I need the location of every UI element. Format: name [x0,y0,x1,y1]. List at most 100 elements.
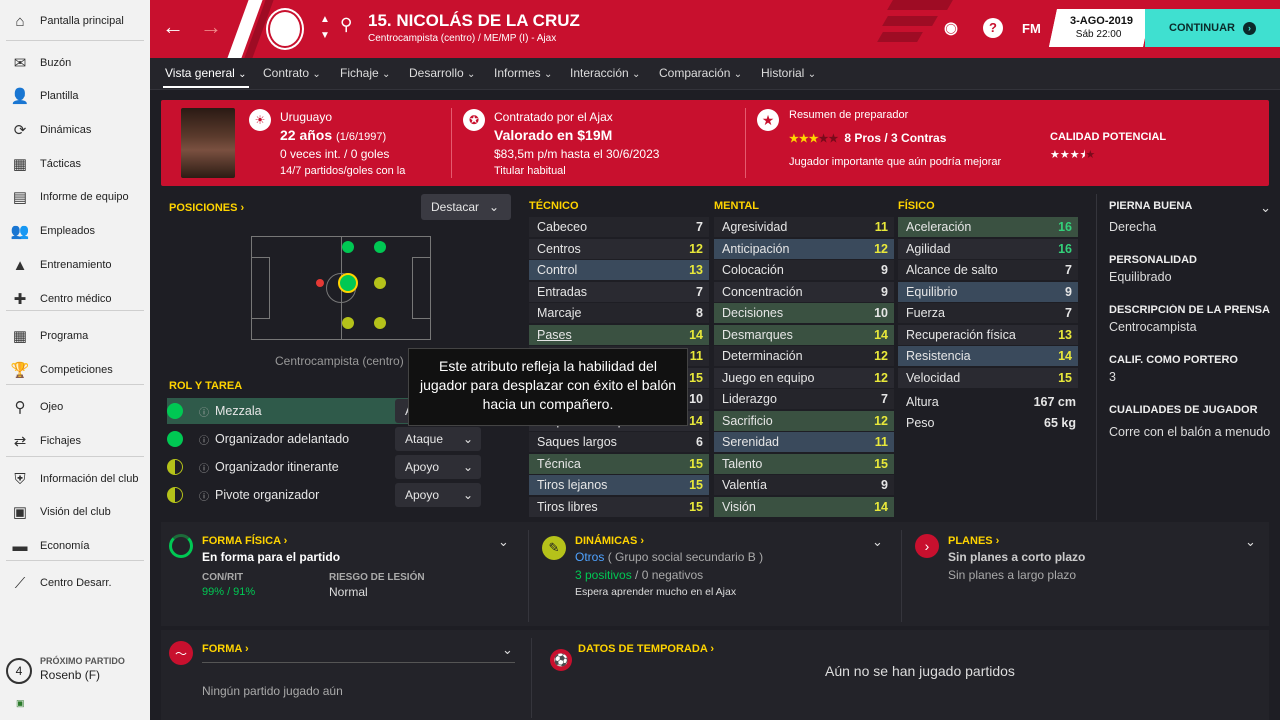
form-title[interactable]: FORMA › [202,643,249,655]
sidebar-item-home[interactable]: ⌂ Pantalla principal [0,4,150,38]
fitness-title[interactable]: FORMA FÍSICA › [202,535,287,547]
continue-button[interactable]: CONTINUAR › [1145,9,1280,47]
sidebar-item-transfers[interactable]: ⇄ Fichajes [0,424,150,458]
attribute-mental[interactable]: Liderazgo 7 [714,389,894,409]
tab-5[interactable]: Informes ⌄ [494,66,552,80]
attribute-mental[interactable]: Desmarques 14 [714,324,894,345]
attribute-mental[interactable]: Agresividad 11 [714,217,894,237]
sidebar-item-finance[interactable]: ▬ Economía [0,529,150,563]
star-badge-icon: ★ [757,109,779,131]
attribute-technical[interactable]: Saques largos 6 [529,432,709,452]
attribute-physical[interactable]: Agilidad 16 [898,238,1078,259]
attribute-mental[interactable]: Visión 14 [714,496,894,517]
duty-dropdown[interactable]: Ataque ⌄ [395,427,481,451]
sidebar-item-squad[interactable]: 👤 Plantilla [0,79,150,113]
attribute-physical[interactable]: Equilibrio 9 [898,281,1078,302]
world-icon[interactable]: ◉ [944,18,958,38]
attribute-physical[interactable]: Resistencia 14 [898,346,1078,366]
attribute-value: 15 [689,456,703,471]
sidebar-item-scouting[interactable]: ⚲ Ojeo [0,390,150,424]
height-row: Altura 167 cm [898,392,1082,412]
attribute-technical[interactable]: Centros 12 [529,238,709,259]
role-row[interactable]: ⓘ Pivote organizador Apoyo ⌄ [167,482,497,508]
attribute-physical[interactable]: Aceleración 16 [898,217,1078,237]
duty-dropdown[interactable]: Apoyo ⌄ [395,483,481,507]
sidebar-item-staff[interactable]: 👥 Empleados [0,214,150,248]
help-icon[interactable]: ? [983,18,1003,38]
attribute-name: Alcance de salto [906,263,998,277]
highlight-dropdown[interactable]: Destacar ⌄ [421,194,511,220]
forward-arrow-icon[interactable]: → [200,14,222,40]
sidebar-item-tactics[interactable]: ▦ Tácticas [0,147,150,181]
attribute-technical[interactable]: Tiros lejanos 15 [529,475,709,495]
dynamics-icon: ⟳ [13,122,27,139]
back-arrow-icon[interactable]: ← [162,14,184,40]
attribute-technical[interactable]: Control 13 [529,260,709,280]
chevron-down-icon[interactable]: ⌄ [502,642,513,658]
attribute-value: 14 [689,413,703,428]
role-row[interactable]: ⓘ Organizador adelantado Ataque ⌄ [167,426,497,452]
attribute-mental[interactable]: Concentración 9 [714,281,894,302]
attribute-technical[interactable]: Tiros libres 15 [529,496,709,517]
attribute-mental[interactable]: Decisiones 10 [714,303,894,323]
attribute-technical[interactable]: Cabeceo 7 [529,217,709,237]
attribute-physical[interactable]: Recuperación física 13 [898,324,1078,345]
tab-8[interactable]: Historial ⌄ [761,66,816,80]
attribute-mental[interactable]: Anticipación 12 [714,238,894,259]
chevron-down-icon[interactable]: ⌄ [498,534,509,550]
duty-dropdown[interactable]: Apoyo ⌄ [395,455,481,479]
info-icon[interactable]: ⓘ [199,432,209,447]
sidebar-divider [6,560,144,561]
birth-date: (1/6/1997) [336,131,387,143]
attribute-mental[interactable]: Juego en equipo 12 [714,367,894,388]
next-match[interactable]: 4 PRÓXIMO PARTIDO Rosenb (F) ▣ [0,650,150,708]
sidebar-item-report[interactable]: ▤ Informe de equipo [0,180,150,214]
sidebar-item-trophy[interactable]: 🏆 Competiciones [0,353,150,387]
search-icon[interactable]: ⚲ [340,15,352,35]
attribute-mental[interactable]: Sacrificio 12 [714,410,894,431]
attribute-technical[interactable]: Entradas 7 [529,281,709,302]
attribute-physical[interactable]: Fuerza 7 [898,303,1078,323]
football-icon: ⚽ [550,649,572,671]
attribute-mental[interactable]: Valentía 9 [714,475,894,495]
info-icon[interactable]: ⓘ [199,488,209,503]
club-crest-icon[interactable] [268,10,302,48]
attribute-physical[interactable]: Alcance de salto 7 [898,260,1078,280]
chevron-down-icon[interactable]: ⌄ [872,534,883,550]
sidebar-item-training[interactable]: ▲ Entrenamiento [0,248,150,282]
attribute-technical[interactable]: Marcaje 8 [529,303,709,323]
season-stats-title[interactable]: DATOS DE TEMPORADA › [578,643,714,655]
chevron-down-icon[interactable]: ⌄ [1260,200,1271,216]
date-display[interactable]: 3-AGO-2019 Sáb 22:00 [1048,9,1152,47]
attribute-mental[interactable]: Serenidad 11 [714,432,894,452]
attribute-technical[interactable]: Técnica 15 [529,453,709,474]
dynamics-title[interactable]: DINÁMICAS › [575,535,644,547]
tab-3[interactable]: Fichaje ⌄ [340,66,390,80]
attribute-mental[interactable]: Determinación 12 [714,346,894,366]
tab-7[interactable]: Comparación ⌄ [659,66,742,80]
sidebar-item-club-info[interactable]: ⛨ Información del club [0,462,150,496]
tab-2[interactable]: Contrato ⌄ [263,66,321,80]
sidebar-item-inbox[interactable]: ✉ Buzón [0,46,150,80]
chevron-up-icon[interactable]: ▲ [320,14,330,25]
chevron-down-icon[interactable]: ▼ [320,30,330,41]
attribute-technical[interactable]: Pases 14 [529,324,709,345]
attribute-mental[interactable]: Colocación 9 [714,260,894,280]
attribute-mental[interactable]: Talento 15 [714,453,894,474]
info-icon[interactable]: ⓘ [199,404,209,419]
chevron-down-icon[interactable]: ⌄ [1245,534,1256,550]
info-icon[interactable]: ⓘ [199,460,209,475]
plans-title[interactable]: PLANES › [948,535,999,547]
fm-menu-button[interactable]: FM [1022,21,1041,36]
player-photo [181,108,235,178]
sidebar-item-development[interactable]: ⟋ Centro Desarr. [0,566,150,600]
positions-title[interactable]: POSICIONES › [169,202,244,214]
tab-1[interactable]: Vista general ⌄ [165,66,247,80]
role-row[interactable]: ⓘ Organizador itinerante Apoyo ⌄ [167,454,497,480]
tab-6[interactable]: Interacción ⌄ [570,66,640,80]
sidebar-item-calendar[interactable]: ▦ Programa [0,319,150,353]
sidebar-item-dynamics[interactable]: ⟳ Dinámicas [0,113,150,147]
attribute-physical[interactable]: Velocidad 15 [898,367,1078,388]
tab-4[interactable]: Desarrollo ⌄ [409,66,475,80]
sidebar-item-club-vision[interactable]: ▣ Visión del club [0,495,150,529]
